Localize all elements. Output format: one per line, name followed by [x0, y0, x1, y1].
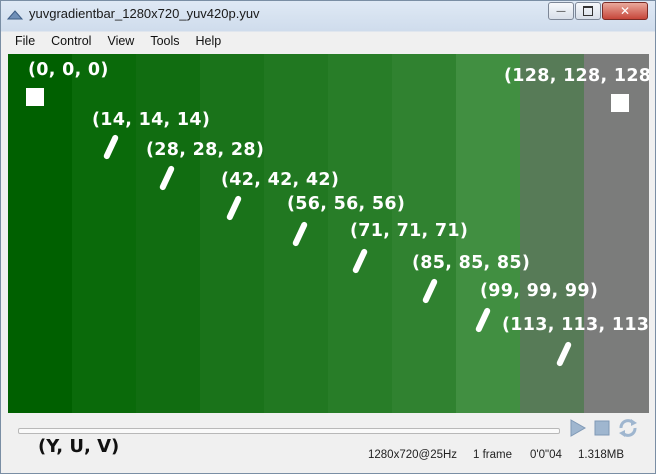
value-label: (113, 113, 113)	[502, 315, 649, 335]
seek-bar[interactable]	[18, 428, 560, 434]
menu-control[interactable]: Control	[43, 32, 99, 52]
status-time: 0'0"04	[530, 449, 562, 461]
menu-view[interactable]: View	[99, 32, 142, 52]
value-label: (0, 0, 0)	[28, 60, 109, 80]
menu-tools[interactable]: Tools	[142, 32, 187, 52]
yuv-label: (Y, U, V)	[38, 436, 120, 457]
value-label: (14, 14, 14)	[92, 110, 211, 130]
value-label: (71, 71, 71)	[350, 221, 469, 241]
video-frame[interactable]: (0, 0, 0) (14, 14, 14) (28, 28, 28) (42,…	[8, 54, 649, 413]
title-bar: yuvgradientbar_1280x720_yuv420p.yuv — ✕	[1, 1, 655, 31]
status-resolution: 1280x720@25Hz	[368, 449, 458, 461]
stop-icon[interactable]	[594, 420, 610, 436]
close-icon: ✕	[619, 4, 631, 18]
gradient-band	[72, 54, 136, 413]
control-panel: (Y, U, V) 1280x720@25Hz 1 frame 0'0"04 1…	[8, 413, 649, 473]
maximize-button[interactable]	[575, 2, 601, 20]
value-label: (128, 128, 128)	[504, 66, 649, 86]
menu-help[interactable]: Help	[188, 32, 230, 52]
minimize-icon: —	[556, 5, 566, 17]
minimize-button[interactable]: —	[548, 2, 574, 20]
value-label: (42, 42, 42)	[221, 170, 340, 190]
value-label: (28, 28, 28)	[146, 140, 265, 160]
gradient-band	[136, 54, 200, 413]
status-size: 1.318MB	[578, 449, 625, 461]
value-label: (56, 56, 56)	[287, 194, 406, 214]
close-button[interactable]: ✕	[602, 2, 648, 20]
play-icon[interactable]	[569, 418, 587, 438]
menu-bar: File Control View Tools Help	[7, 32, 229, 52]
white-square-marker	[611, 94, 629, 112]
loop-icon[interactable]	[616, 416, 640, 440]
maximize-icon	[583, 6, 593, 16]
value-label: (99, 99, 99)	[480, 281, 599, 301]
window-title: yuvgradientbar_1280x720_yuv420p.yuv	[29, 6, 260, 21]
white-square-marker	[26, 88, 44, 106]
gradient-band	[8, 54, 72, 413]
gradient-band	[200, 54, 264, 413]
app-icon	[7, 10, 23, 20]
menu-file[interactable]: File	[7, 32, 43, 52]
app-window: yuvgradientbar_1280x720_yuv420p.yuv — ✕ …	[0, 0, 656, 474]
gradient-band	[520, 54, 584, 413]
status-frames: 1 frame	[473, 449, 512, 461]
value-label: (85, 85, 85)	[412, 253, 531, 273]
